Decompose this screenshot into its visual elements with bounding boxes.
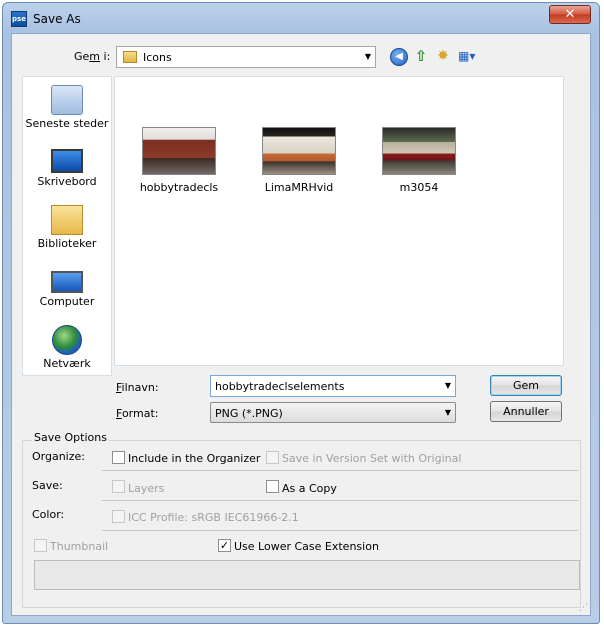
place-label: Skrivebord — [37, 175, 97, 188]
new-folder-button[interactable]: ✸ — [434, 48, 452, 66]
format-value: PNG (*.PNG) — [215, 407, 283, 420]
file-name: m3054 — [399, 181, 439, 194]
layers-label: Layers — [128, 482, 165, 495]
file-item[interactable]: LimaMRHvid — [249, 127, 349, 194]
network-icon — [52, 325, 82, 355]
file-item[interactable]: m3054 — [369, 127, 469, 194]
lowercase-extension-label: Use Lower Case Extension — [234, 540, 379, 553]
save-as-dialog: pse Save As ✕ Gem i: Icons ▼ ◀ ⇧ ✸ ▦▾ Se… — [2, 2, 600, 624]
filename-input[interactable]: hobbytradeclselements ▼ — [210, 375, 456, 397]
thumbnail-checkbox — [34, 539, 47, 552]
place-recent[interactable]: Seneste steder — [23, 85, 111, 130]
folder-icon — [123, 51, 137, 63]
save-options-title: Save Options — [32, 431, 109, 444]
place-label: Seneste steder — [25, 117, 109, 130]
place-label: Netværk — [43, 357, 91, 370]
file-name: LimaMRHvid — [264, 181, 334, 194]
layers-checkbox — [112, 480, 125, 493]
image-thumbnail — [142, 127, 216, 175]
filename-label: Filnavn: — [116, 381, 159, 394]
color-label: Color: — [32, 508, 65, 521]
image-thumbnail — [262, 127, 336, 175]
chevron-down-icon[interactable]: ▼ — [445, 381, 451, 390]
place-libraries[interactable]: Biblioteker — [23, 205, 111, 250]
place-network[interactable]: Netværk — [23, 325, 111, 370]
organize-label: Organize: — [32, 450, 85, 463]
place-desktop[interactable]: Skrivebord — [23, 145, 111, 188]
chevron-down-icon: ▼ — [364, 52, 371, 61]
title-bar[interactable]: pse Save As ✕ — [3, 3, 599, 33]
look-in-value: Icons — [143, 51, 172, 64]
file-list[interactable]: hobbytradecls LimaMRHvid m3054 — [114, 76, 564, 366]
look-in-dropdown[interactable]: Icons ▼ — [116, 46, 376, 68]
divider — [102, 530, 578, 531]
resize-grip-icon[interactable]: ⋰ — [579, 603, 588, 613]
filename-value: hobbytradeclselements — [215, 380, 345, 393]
recent-places-icon — [51, 85, 83, 115]
divider — [102, 470, 578, 471]
as-copy-label: As a Copy — [282, 482, 337, 495]
save-button[interactable]: Gem — [490, 375, 562, 396]
include-organizer-checkbox[interactable] — [112, 451, 125, 464]
divider — [102, 500, 578, 501]
image-thumbnail — [382, 127, 456, 175]
back-button[interactable]: ◀ — [390, 48, 408, 66]
as-copy-checkbox[interactable] — [266, 480, 279, 493]
icc-profile-label: ICC Profile: sRGB IEC61966-2.1 — [128, 511, 299, 524]
save-label: Save: — [32, 479, 63, 492]
version-set-checkbox — [266, 451, 279, 464]
chevron-down-icon: ▼ — [444, 408, 451, 417]
format-label: Format: — [116, 407, 159, 420]
icc-profile-checkbox — [112, 510, 125, 523]
thumbnail-label: Thumbnail — [50, 540, 109, 553]
up-folder-button[interactable]: ⇧ — [412, 48, 430, 66]
places-bar: Seneste steder Skrivebord Biblioteker Co… — [22, 76, 112, 376]
lowercase-extension-checkbox[interactable]: ✓ — [218, 539, 231, 552]
app-icon: pse — [11, 11, 27, 27]
cancel-button[interactable]: Annuller — [490, 401, 562, 422]
place-computer[interactable]: Computer — [23, 265, 111, 308]
computer-icon — [51, 271, 83, 293]
close-button[interactable]: ✕ — [549, 5, 591, 24]
libraries-icon — [51, 205, 83, 235]
description-box — [34, 560, 580, 590]
look-in-label: Gem i: — [74, 50, 111, 63]
dialog-body: Gem i: Icons ▼ ◀ ⇧ ✸ ▦▾ Seneste steder S… — [11, 33, 591, 616]
dialog-title: Save As — [33, 12, 81, 26]
file-item[interactable]: hobbytradecls — [129, 127, 229, 194]
version-set-label: Save in Version Set with Original — [282, 452, 462, 465]
views-menu-button[interactable]: ▦▾ — [458, 48, 482, 66]
place-label: Computer — [39, 295, 95, 308]
file-name: hobbytradecls — [139, 181, 219, 194]
place-label: Biblioteker — [37, 237, 97, 250]
desktop-icon — [51, 149, 83, 173]
format-dropdown[interactable]: PNG (*.PNG) ▼ — [210, 402, 456, 423]
include-organizer-label: Include in the Organizer — [128, 452, 261, 465]
